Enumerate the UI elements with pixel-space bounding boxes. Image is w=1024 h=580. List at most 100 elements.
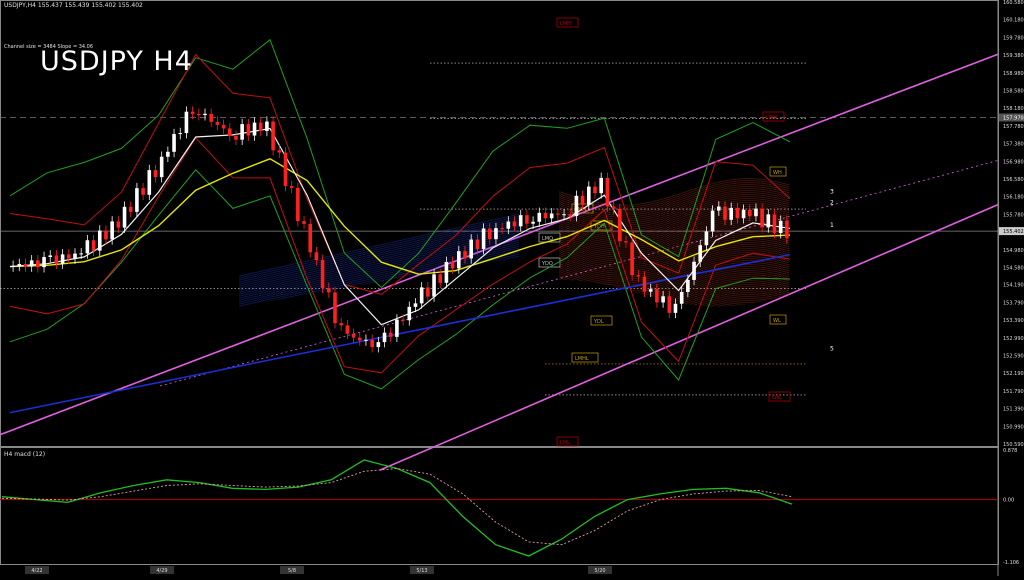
- candle-body: [760, 208, 764, 228]
- candle-body: [197, 113, 201, 116]
- candle-body: [54, 255, 59, 264]
- candle-body: [42, 256, 46, 268]
- candle-body: [574, 195, 579, 217]
- candle-body: [710, 210, 715, 232]
- candle-body: [327, 287, 331, 293]
- candle-body: [512, 221, 517, 227]
- candle-body: [667, 296, 672, 313]
- candle-body: [419, 287, 424, 304]
- candle-body: [735, 207, 740, 219]
- candle-body: [277, 150, 282, 153]
- y-tick-label: 156.180: [1003, 195, 1024, 201]
- projection-label: 3: [830, 189, 834, 196]
- y-tick-label: 160.580: [1003, 0, 1024, 6]
- candle-body: [580, 195, 585, 205]
- level-label: LWH: [766, 115, 777, 121]
- candle-body: [227, 128, 232, 136]
- ohlc-header: USDJPY,H4 155.437 155.439 155.402 155.40…: [4, 2, 143, 9]
- candle-body: [104, 230, 108, 240]
- candle-body: [73, 253, 77, 259]
- candle-body: [382, 332, 387, 343]
- x-tick-label: 5/8: [288, 568, 296, 574]
- candle-body: [754, 208, 758, 217]
- candle-body: [153, 170, 158, 178]
- candle-body: [345, 325, 350, 334]
- candle-body: [611, 206, 616, 209]
- candle-body: [481, 228, 486, 250]
- candle-body: [537, 212, 542, 222]
- y-tick-label: 153.790: [1003, 300, 1024, 306]
- level-label: WL: [773, 318, 781, 324]
- candle-body: [692, 261, 696, 280]
- candle-body: [766, 214, 771, 228]
- chart-svg: 160.580 160.180 159.780 159.380 158.980 158.5…: [0, 0, 1024, 576]
- y-tick-label: 154.980: [1003, 248, 1024, 254]
- candle-body: [128, 206, 133, 212]
- candle-body: [370, 339, 374, 348]
- projection-label: 1: [830, 222, 834, 229]
- candle-body: [556, 213, 560, 215]
- candle-body: [178, 133, 183, 135]
- candle-body: [413, 303, 418, 307]
- candle-body: [432, 274, 436, 297]
- candle-body: [296, 187, 300, 222]
- y-tick-label: 159.780: [1003, 35, 1024, 41]
- y-tick-label: 150.990: [1003, 424, 1024, 430]
- candle-body: [599, 177, 603, 194]
- candle-body: [630, 242, 634, 276]
- ema-slow-line: [9, 253, 791, 414]
- level-label: YDL: [593, 319, 604, 325]
- candle-body: [85, 240, 90, 254]
- candle-body: [91, 240, 96, 251]
- candle-body: [339, 323, 343, 326]
- level-label: LMH: [560, 21, 571, 27]
- candle-body: [426, 287, 430, 297]
- candle-body: [500, 228, 504, 230]
- candle-body: [562, 214, 566, 216]
- candle-body: [438, 274, 443, 283]
- y-tick-label: 160.180: [1003, 18, 1024, 24]
- candle-body: [203, 113, 207, 116]
- level-label: LMHL: [575, 356, 589, 362]
- y-tick-label: 152.190: [1003, 371, 1024, 377]
- candle-body: [135, 188, 139, 212]
- y-tick-label: 156.980: [1003, 159, 1024, 165]
- candle-body: [518, 215, 523, 227]
- candle-body: [11, 265, 15, 267]
- candle-body: [741, 209, 746, 219]
- candle-body: [258, 122, 263, 131]
- y-tick-label: 151.790: [1003, 389, 1024, 395]
- y-tick-label: 155.780: [1003, 212, 1024, 218]
- candle-body: [159, 156, 164, 178]
- candle-body: [29, 260, 34, 267]
- candle-body: [79, 253, 83, 255]
- macd-y-tick: 0.00: [1003, 498, 1014, 504]
- candle-body: [357, 337, 362, 341]
- candle-body: [351, 333, 356, 338]
- x-tick-label: 4/29: [156, 568, 167, 574]
- candle-body: [36, 260, 40, 268]
- macd-main-line: [1, 459, 793, 557]
- candle-body: [48, 255, 53, 257]
- candle-body: [617, 208, 622, 242]
- candle-body: [234, 135, 238, 140]
- macd-signal-line: [1, 468, 793, 546]
- macd-title: H4 macd (12): [4, 451, 46, 458]
- candle-body: [364, 339, 368, 341]
- candle-body: [549, 213, 554, 219]
- y-tick-label: 154.190: [1003, 283, 1024, 289]
- candle-body: [67, 254, 71, 259]
- candle-body: [252, 122, 257, 136]
- candle-body: [289, 186, 294, 188]
- macd-y-tick: 0.878: [1003, 448, 1017, 454]
- candle-body: [686, 279, 690, 292]
- y-tick-label: 152.590: [1003, 354, 1024, 360]
- candle-body: [648, 289, 653, 292]
- candle-body: [506, 221, 511, 229]
- y-tick-label: 153.390: [1003, 318, 1024, 324]
- level-label: WH: [773, 170, 782, 176]
- y-tick-label: 158.580: [1003, 88, 1024, 94]
- candle-body: [314, 252, 319, 261]
- candle-body: [308, 223, 313, 253]
- candle-body: [723, 206, 727, 220]
